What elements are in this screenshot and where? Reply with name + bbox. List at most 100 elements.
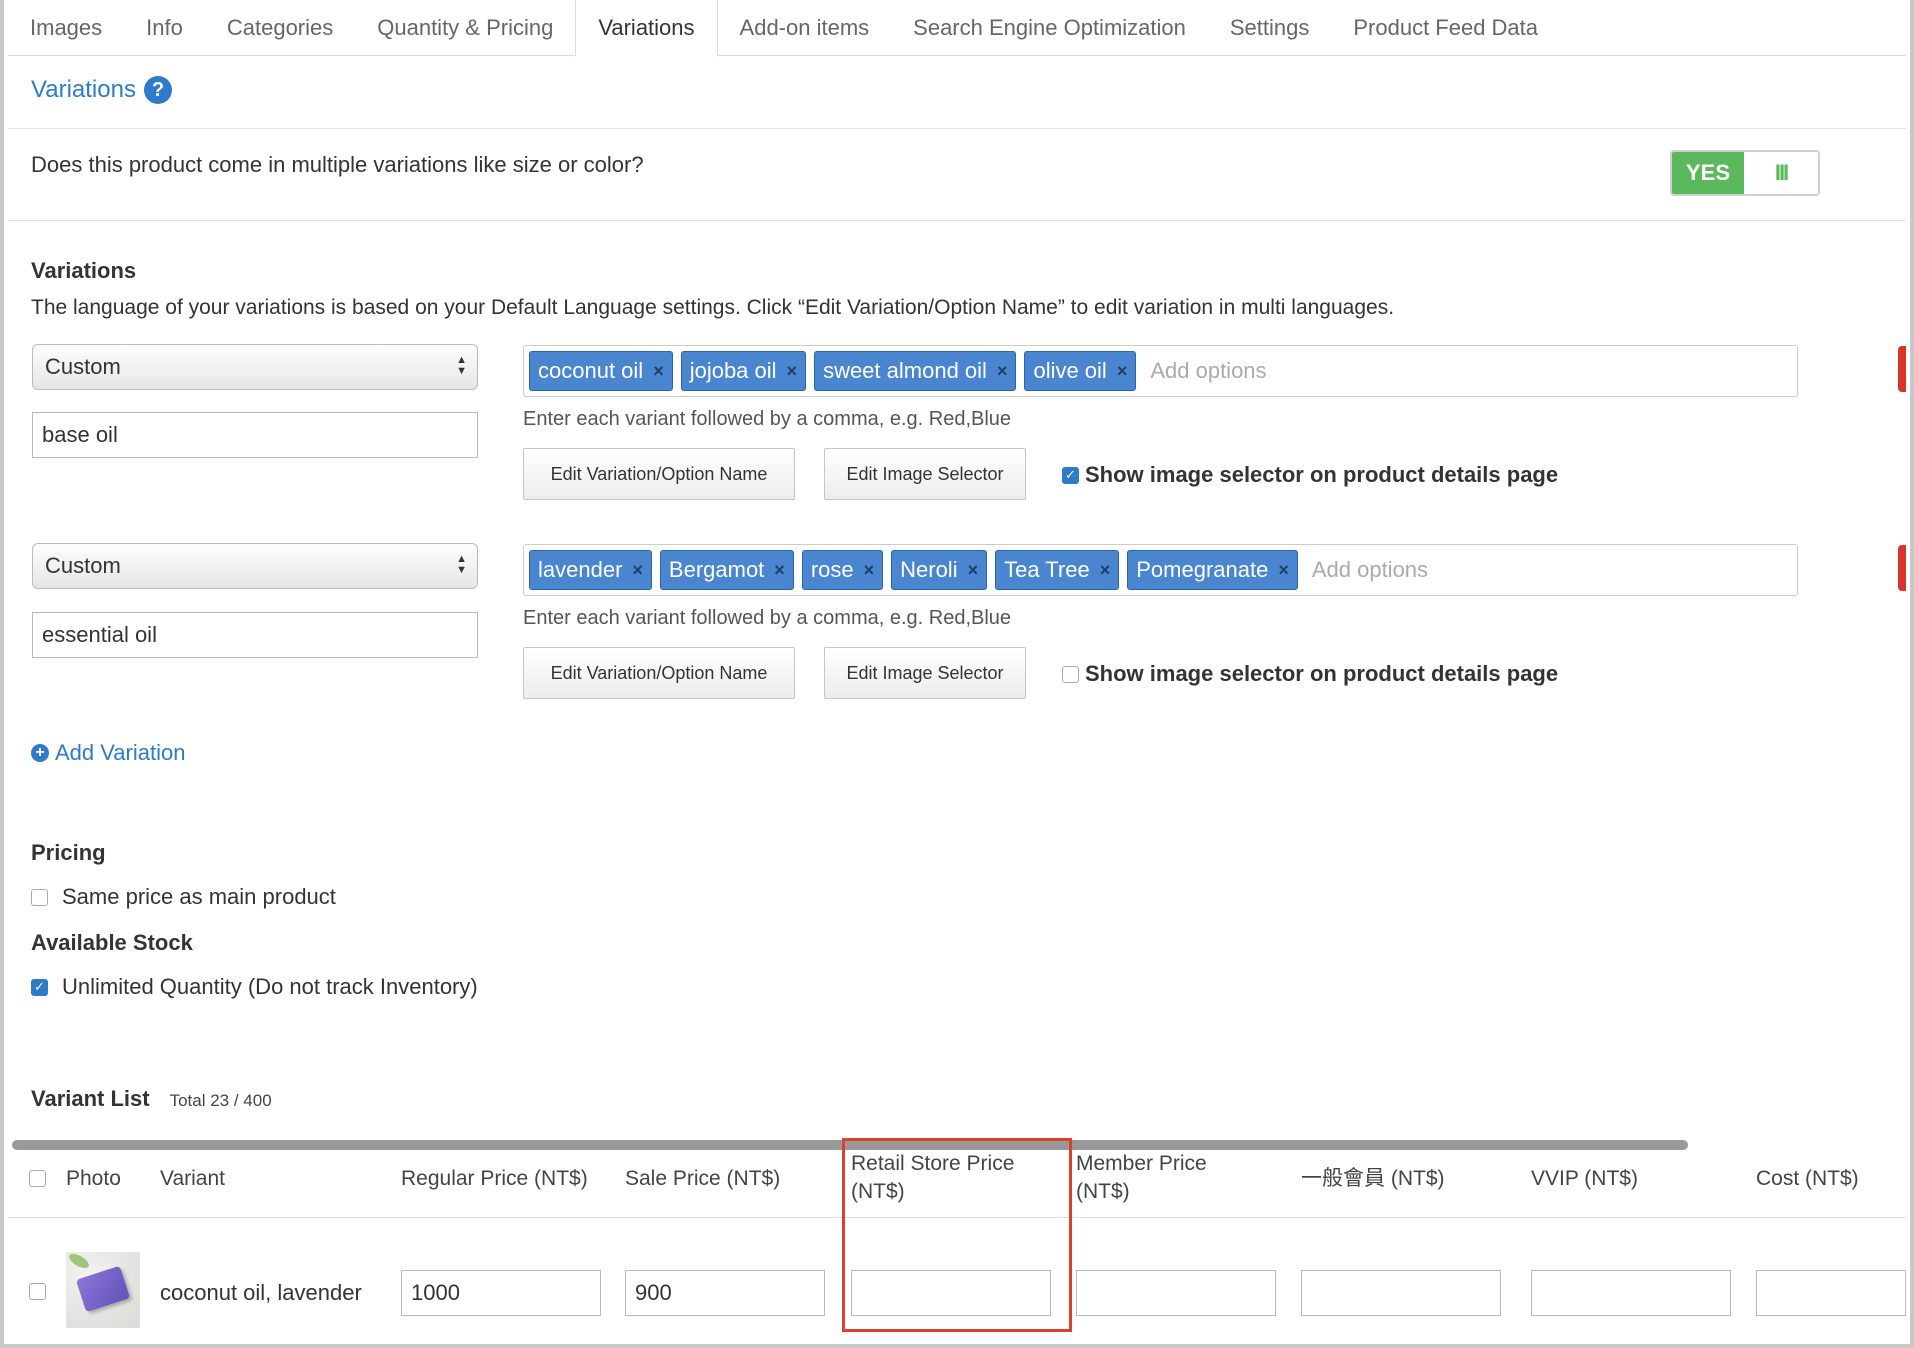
variation-type-select-1[interactable]: Custom ▲ ▼ — [32, 344, 478, 390]
variation-hint-1: Enter each variant followed by a comma, … — [523, 408, 1012, 430]
highlight-box — [842, 1138, 1072, 1332]
column-variant: Variant — [160, 1167, 225, 1190]
sale-price-input[interactable]: 900 — [625, 1270, 825, 1316]
tab-add-on-items[interactable]: Add-on items — [718, 0, 892, 56]
tab-info[interactable]: Info — [124, 0, 205, 56]
show-image-selector-label: Show image selector on product details p… — [1085, 462, 1559, 487]
toggle-handle-icon[interactable]: III — [1744, 152, 1818, 194]
remove-tag-icon[interactable]: × — [653, 361, 664, 382]
general-member-price-input[interactable] — [1301, 1270, 1501, 1316]
option-tag: Tea Tree × — [995, 550, 1120, 590]
edit-variation-name-button-2[interactable]: Edit Variation/Option Name — [523, 647, 795, 699]
tab-images[interactable]: Images — [8, 0, 124, 56]
tab-variations[interactable]: Variations — [575, 0, 718, 57]
remove-variation-button-2[interactable] — [1898, 545, 1906, 591]
show-image-selector-checkbox-1[interactable]: ✓ — [1062, 466, 1079, 484]
remove-tag-icon[interactable]: × — [997, 361, 1008, 382]
variant-total-count: Total 23 / 400 — [169, 1091, 272, 1110]
same-price-checkbox[interactable] — [31, 888, 48, 906]
column-sale-price: Sale Price (NT$) — [625, 1167, 781, 1190]
remove-tag-icon[interactable]: × — [864, 560, 875, 581]
edit-image-selector-button-1[interactable]: Edit Image Selector — [824, 448, 1026, 500]
add-options-placeholder[interactable]: Add options — [1312, 557, 1428, 583]
same-price-option[interactable]: Same price as main product — [31, 884, 336, 910]
remove-variation-button-1[interactable] — [1898, 346, 1906, 392]
multi-variation-question: Does this product come in multiple varia… — [31, 152, 644, 177]
toggle-yes-label: YES — [1672, 152, 1744, 194]
variation-name-input-2[interactable]: essential oil — [32, 612, 478, 658]
option-tag-label: jojoba oil — [689, 358, 777, 383]
section-title-text: Variations — [31, 76, 136, 103]
column-regular-price: Regular Price (NT$) — [401, 1167, 588, 1190]
option-tag: coconut oil × — [529, 351, 673, 391]
remove-tag-icon[interactable]: × — [774, 560, 785, 581]
variant-list-heading: Variant List — [31, 1086, 150, 1111]
tab-settings[interactable]: Settings — [1208, 0, 1332, 56]
option-tag-label: Bergamot — [668, 557, 765, 582]
variation-options-input-2[interactable]: lavender × Bergamot × rose × Neroli × Tea Tr… — [523, 544, 1798, 596]
option-tag-label: rose — [810, 557, 854, 582]
soap-image — [75, 1265, 131, 1313]
member-price-input[interactable] — [1076, 1270, 1276, 1316]
column-member-price-line2: (NT$) — [1076, 1180, 1130, 1203]
column-cost: Cost (NT$) — [1756, 1167, 1859, 1190]
select-all-checkbox[interactable] — [29, 1170, 46, 1187]
vvip-price-input[interactable] — [1531, 1270, 1731, 1316]
section-title: Variations ? — [31, 76, 172, 104]
tab-seo[interactable]: Search Engine Optimization — [891, 0, 1208, 56]
option-tag-label: coconut oil — [538, 358, 644, 383]
remove-tag-icon[interactable]: × — [787, 361, 798, 382]
row-select-checkbox[interactable] — [29, 1283, 46, 1300]
divider — [8, 220, 1906, 221]
remove-tag-icon[interactable]: × — [1278, 560, 1289, 581]
option-tag-label: lavender — [538, 557, 623, 582]
option-tag: olive oil × — [1024, 351, 1137, 391]
cost-input[interactable] — [1756, 1270, 1906, 1316]
edit-variation-name-button-1[interactable]: Edit Variation/Option Name — [523, 448, 795, 500]
help-icon[interactable]: ? — [143, 76, 172, 104]
edit-image-selector-button-2[interactable]: Edit Image Selector — [824, 647, 1026, 699]
divider — [8, 128, 1906, 129]
show-image-selector-checkbox-2[interactable] — [1062, 665, 1079, 683]
option-tag: sweet almond oil × — [814, 351, 1017, 391]
unlimited-quantity-checkbox[interactable]: ✓ — [31, 978, 48, 996]
show-image-selector-label: Show image selector on product details p… — [1085, 661, 1559, 686]
column-general-member: 一般會員 (NT$) — [1301, 1167, 1445, 1190]
remove-tag-icon[interactable]: × — [632, 560, 643, 581]
plus-circle-icon: + — [31, 744, 49, 762]
add-variation-link[interactable]: + Add Variation — [31, 740, 185, 766]
variation-options-input-1[interactable]: coconut oil × jojoba oil × sweet almond oi… — [523, 345, 1798, 397]
column-member-price: Member Price (NT$) — [1076, 1150, 1207, 1206]
show-image-selector-option-2[interactable]: Show image selector on product details p… — [1062, 661, 1558, 687]
option-tag-label: sweet almond oil — [823, 358, 987, 383]
same-price-label: Same price as main product — [62, 884, 336, 909]
regular-price-input[interactable]: 1000 — [401, 1270, 601, 1316]
column-photo: Photo — [66, 1167, 121, 1190]
remove-tag-icon[interactable]: × — [968, 560, 979, 581]
variation-type-select-2[interactable]: Custom ▲ ▼ — [32, 543, 478, 589]
multi-variation-toggle[interactable]: YES III — [1670, 150, 1820, 196]
add-options-placeholder[interactable]: Add options — [1150, 358, 1266, 384]
show-image-selector-option-1[interactable]: ✓ Show image selector on product details… — [1062, 462, 1558, 488]
remove-tag-icon[interactable]: × — [1117, 361, 1128, 382]
unlimited-quantity-label: Unlimited Quantity (Do not track Invento… — [62, 974, 478, 999]
variation-name-input-1[interactable]: base oil — [32, 412, 478, 458]
option-tag-label: Neroli — [900, 557, 958, 582]
select-arrows-icon: ▲ ▼ — [456, 553, 467, 576]
option-tag: rose × — [801, 550, 884, 590]
variant-photo[interactable] — [66, 1252, 140, 1328]
column-member-price-line1: Member Price — [1076, 1152, 1207, 1175]
unlimited-quantity-option[interactable]: ✓ Unlimited Quantity (Do not track Inven… — [31, 974, 478, 1000]
tab-product-feed-data[interactable]: Product Feed Data — [1331, 0, 1560, 56]
option-tag: Bergamot × — [659, 550, 794, 590]
tab-categories[interactable]: Categories — [205, 0, 355, 56]
variant-name: coconut oil, lavender — [160, 1280, 362, 1305]
remove-tag-icon[interactable]: × — [1100, 560, 1111, 581]
variation-type-value: Custom — [45, 354, 121, 379]
option-tag-label: Tea Tree — [1004, 557, 1090, 582]
option-tag: Pomegranate × — [1127, 550, 1298, 590]
option-tag-label: olive oil — [1033, 358, 1107, 383]
column-vvip: VVIP (NT$) — [1531, 1167, 1638, 1190]
tab-quantity-pricing[interactable]: Quantity & Pricing — [355, 0, 575, 56]
variations-description: The language of your variations is based… — [31, 296, 1395, 319]
